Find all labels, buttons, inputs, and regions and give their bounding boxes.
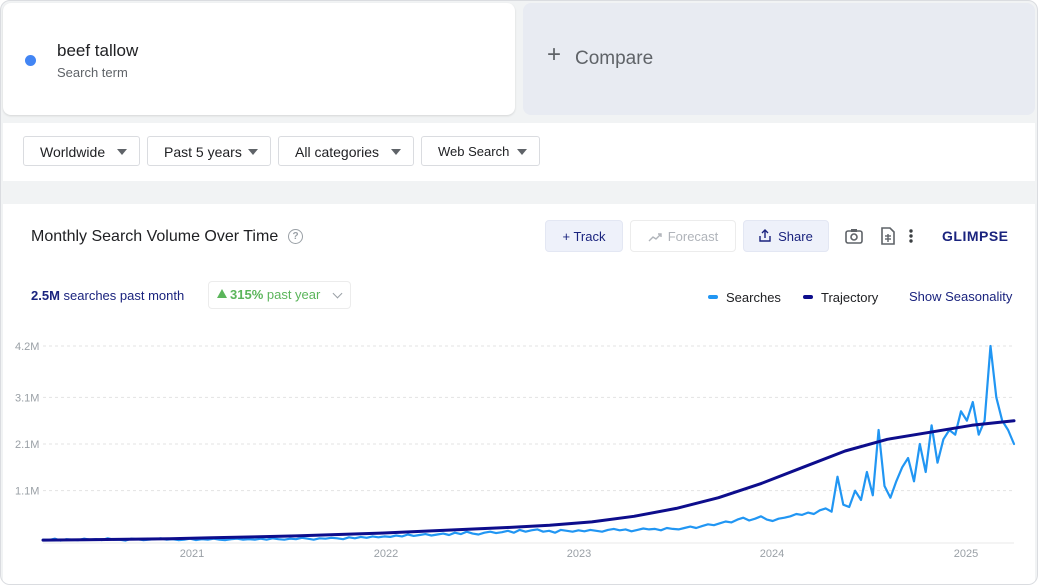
glimpse-logo: GLIMPSE (942, 228, 1009, 244)
searches-past-month: 2.5M searches past month (31, 288, 184, 303)
compare-label: Compare (575, 48, 654, 69)
chevron-down-icon (332, 288, 343, 299)
y-tick-label: 1.1M (15, 486, 39, 498)
search-source-select[interactable]: Web Search (421, 136, 540, 166)
growth-dropdown[interactable]: 315% past year (208, 281, 351, 309)
x-tick-label: 2023 (567, 548, 591, 560)
legend-swatch-searches (708, 295, 718, 299)
growth-value: 315% (230, 287, 264, 302)
time-range-select-label: Past 5 years (164, 144, 242, 160)
search-term-subtitle: Search term (57, 65, 128, 80)
growth-suffix: past year (266, 287, 321, 302)
series-color-dot (25, 55, 36, 66)
search-source-select-label: Web Search (438, 144, 510, 159)
x-tick-label: 2021 (180, 548, 204, 560)
legend-searches[interactable]: Searches (708, 290, 781, 305)
plus-icon: + (547, 41, 562, 68)
more-vert-icon[interactable] (905, 226, 917, 246)
chart-panel: Monthly Search Volume Over Time ? + Trac… (3, 204, 1035, 584)
y-tick-label: 4.2M (15, 341, 39, 353)
compare-button[interactable]: + Compare (523, 3, 1035, 115)
panel-title: Monthly Search Volume Over Time (31, 228, 279, 245)
filter-bar: Worldwide Past 5 years All categories We… (3, 123, 1035, 181)
search-term-card[interactable]: beef tallow Search term (3, 3, 515, 115)
y-tick-label: 3.1M (15, 392, 39, 404)
caret-down-icon (117, 149, 127, 155)
trends-widget: beef tallow Search term + Compare Worldw… (0, 0, 1038, 585)
searches-suffix: searches past month (63, 288, 185, 303)
region-select-label: Worldwide (40, 144, 106, 160)
time-range-select[interactable]: Past 5 years (147, 136, 271, 166)
share-button[interactable]: Share (743, 220, 829, 252)
caret-down-icon (391, 149, 401, 155)
category-select[interactable]: All categories (278, 136, 414, 166)
category-select-label: All categories (295, 144, 380, 160)
search-term-name: beef tallow (57, 41, 139, 60)
search-volume-chart: 4.2M 3.1M 2.1M 1.1M 2021 2022 2023 2024 2025 (15, 341, 1016, 560)
forecast-button-label: Forecast (667, 229, 719, 244)
forecast-button[interactable]: Forecast (630, 220, 736, 252)
share-icon (759, 229, 771, 242)
region-select[interactable]: Worldwide (23, 136, 140, 166)
x-tick-label: 2024 (760, 548, 784, 560)
x-tick-label: 2022 (374, 548, 398, 560)
searches-value: 2.5M (31, 288, 60, 303)
track-button[interactable]: + Track (545, 220, 623, 252)
camera-icon[interactable] (844, 226, 864, 246)
legend-trajectory[interactable]: Trajectory (803, 290, 878, 305)
legend-searches-label: Searches (726, 290, 781, 305)
caret-down-icon (248, 149, 258, 155)
trend-up-icon (648, 233, 662, 242)
legend-swatch-trajectory (803, 295, 813, 299)
legend-trajectory-label: Trajectory (821, 290, 879, 305)
triangle-up-icon (217, 289, 227, 298)
help-icon[interactable]: ? (288, 229, 303, 244)
x-tick-label: 2025 (954, 548, 978, 560)
export-csv-icon[interactable] (878, 226, 898, 246)
share-button-label: Share (778, 229, 813, 244)
y-tick-label: 2.1M (15, 439, 39, 451)
show-seasonality-link[interactable]: Show Seasonality (909, 289, 1012, 304)
caret-down-icon (517, 149, 527, 155)
